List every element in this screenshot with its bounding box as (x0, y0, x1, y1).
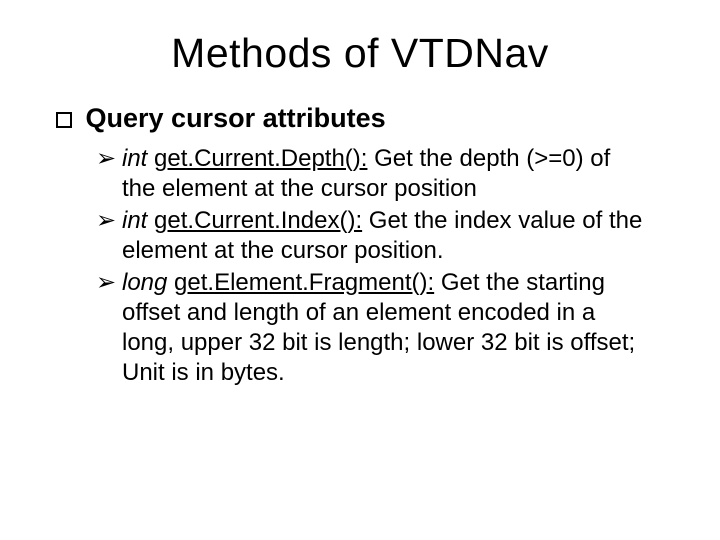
return-type: int (122, 145, 147, 172)
section-heading-text: Query cursor attributes (86, 103, 386, 133)
method-name: get.Current.Index(): (154, 207, 362, 234)
method-desc-lead: Get the depth (367, 145, 526, 172)
chevron-right-icon: ➢ (96, 268, 116, 298)
slide: Methods of VTDNav Query cursor attribute… (0, 0, 720, 540)
method-desc-lead: Get the index value (362, 207, 582, 234)
method-name: get.Element.Fragment(): (174, 269, 434, 296)
list-item: ➢ int get.Current.Index(): Get the index… (96, 206, 650, 266)
list-item: ➢ long get.Element.Fragment(): Get the s… (96, 268, 650, 388)
chevron-right-icon: ➢ (96, 144, 116, 174)
method-list: ➢ int get.Current.Depth(): Get the depth… (96, 144, 650, 388)
chevron-right-icon: ➢ (96, 206, 116, 236)
list-item: ➢ int get.Current.Depth(): Get the depth… (96, 144, 650, 204)
return-type: int (122, 207, 147, 234)
method-desc-lead: Get the (434, 269, 526, 296)
slide-title: Methods of VTDNav (40, 30, 680, 77)
method-name: get.Current.Depth(): (154, 145, 367, 172)
return-type: long (122, 269, 167, 296)
section-heading: Query cursor attributes (56, 103, 680, 134)
